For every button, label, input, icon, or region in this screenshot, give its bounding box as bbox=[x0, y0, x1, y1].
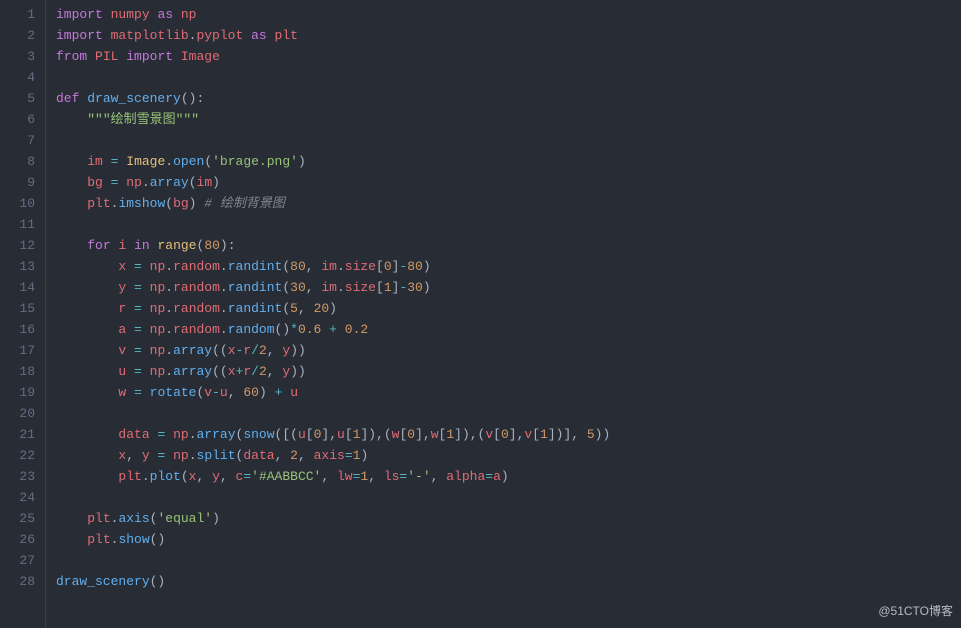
code-line[interactable] bbox=[56, 550, 961, 571]
line-number: 10 bbox=[0, 193, 35, 214]
code-line[interactable]: bg = np.array(im) bbox=[56, 172, 961, 193]
line-number: 22 bbox=[0, 445, 35, 466]
code-line[interactable]: r = np.random.randint(5, 20) bbox=[56, 298, 961, 319]
code-line[interactable] bbox=[56, 130, 961, 151]
code-line[interactable]: w = rotate(v-u, 60) + u bbox=[56, 382, 961, 403]
line-number: 26 bbox=[0, 529, 35, 550]
line-number: 27 bbox=[0, 550, 35, 571]
code-line[interactable]: x, y = np.split(data, 2, axis=1) bbox=[56, 445, 961, 466]
code-area[interactable]: import numpy as npimport matplotlib.pypl… bbox=[46, 0, 961, 628]
line-number: 2 bbox=[0, 25, 35, 46]
line-number: 20 bbox=[0, 403, 35, 424]
line-number: 21 bbox=[0, 424, 35, 445]
line-number: 12 bbox=[0, 235, 35, 256]
code-line[interactable]: def draw_scenery(): bbox=[56, 88, 961, 109]
code-line[interactable] bbox=[56, 487, 961, 508]
line-number: 19 bbox=[0, 382, 35, 403]
code-line[interactable]: x = np.random.randint(80, im.size[0]-80) bbox=[56, 256, 961, 277]
code-line[interactable] bbox=[56, 67, 961, 88]
code-line[interactable]: draw_scenery() bbox=[56, 571, 961, 592]
line-number: 3 bbox=[0, 46, 35, 67]
code-line[interactable]: plt.axis('equal') bbox=[56, 508, 961, 529]
code-line[interactable]: a = np.random.random()*0.6 + 0.2 bbox=[56, 319, 961, 340]
code-line[interactable]: y = np.random.randint(30, im.size[1]-30) bbox=[56, 277, 961, 298]
line-number: 28 bbox=[0, 571, 35, 592]
line-number: 14 bbox=[0, 277, 35, 298]
line-number: 8 bbox=[0, 151, 35, 172]
line-number: 16 bbox=[0, 319, 35, 340]
code-line[interactable] bbox=[56, 403, 961, 424]
line-number: 9 bbox=[0, 172, 35, 193]
line-number: 25 bbox=[0, 508, 35, 529]
line-number: 24 bbox=[0, 487, 35, 508]
code-line[interactable]: data = np.array(snow([(u[0],u[1]),(w[0],… bbox=[56, 424, 961, 445]
code-editor[interactable]: 1234567891011121314151617181920212223242… bbox=[0, 0, 961, 628]
code-line[interactable]: im = Image.open('brage.png') bbox=[56, 151, 961, 172]
code-line[interactable] bbox=[56, 214, 961, 235]
code-line[interactable]: plt.plot(x, y, c='#AABBCC', lw=1, ls='-'… bbox=[56, 466, 961, 487]
code-line[interactable]: plt.imshow(bg) # 绘制背景图 bbox=[56, 193, 961, 214]
line-number: 11 bbox=[0, 214, 35, 235]
line-number: 17 bbox=[0, 340, 35, 361]
line-number-gutter: 1234567891011121314151617181920212223242… bbox=[0, 0, 46, 628]
code-line[interactable]: for i in range(80): bbox=[56, 235, 961, 256]
line-number: 1 bbox=[0, 4, 35, 25]
line-number: 7 bbox=[0, 130, 35, 151]
code-line[interactable]: u = np.array((x+r/2, y)) bbox=[56, 361, 961, 382]
line-number: 5 bbox=[0, 88, 35, 109]
line-number: 6 bbox=[0, 109, 35, 130]
line-number: 13 bbox=[0, 256, 35, 277]
code-line[interactable]: import matplotlib.pyplot as plt bbox=[56, 25, 961, 46]
line-number: 23 bbox=[0, 466, 35, 487]
code-line[interactable]: from PIL import Image bbox=[56, 46, 961, 67]
code-line[interactable]: import numpy as np bbox=[56, 4, 961, 25]
watermark-text: @51CTO博客 bbox=[878, 601, 953, 622]
line-number: 18 bbox=[0, 361, 35, 382]
code-line[interactable]: """绘制雪景图""" bbox=[56, 109, 961, 130]
code-line[interactable]: v = np.array((x-r/2, y)) bbox=[56, 340, 961, 361]
code-line[interactable]: plt.show() bbox=[56, 529, 961, 550]
line-number: 4 bbox=[0, 67, 35, 88]
line-number: 15 bbox=[0, 298, 35, 319]
